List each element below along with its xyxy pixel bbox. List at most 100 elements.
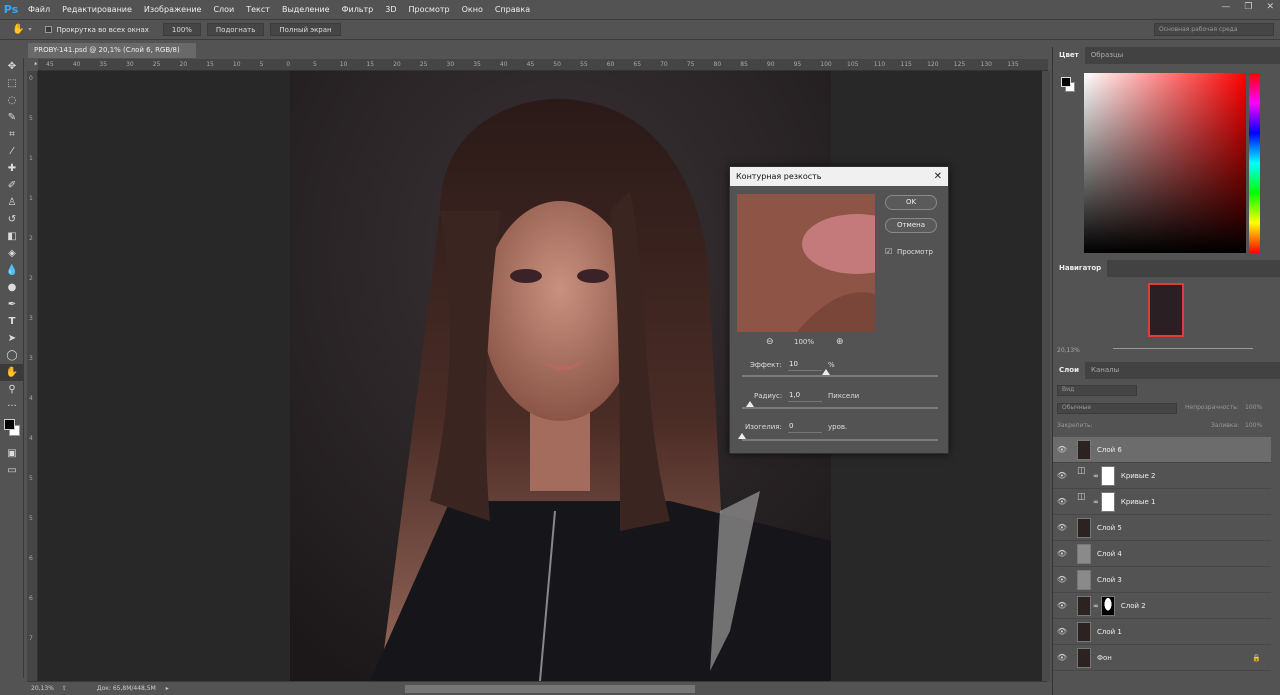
threshold-slider-thumb[interactable] xyxy=(738,433,746,439)
visibility-eye-icon[interactable]: 👁 xyxy=(1053,497,1071,506)
amount-slider-thumb[interactable] xyxy=(822,369,831,375)
path-select-icon[interactable]: ➤ xyxy=(0,330,24,347)
maximize-icon[interactable]: ❐ xyxy=(1244,2,1252,12)
tab-swatches[interactable]: Образцы xyxy=(1085,47,1130,64)
quick-mask-icon[interactable]: ▣ xyxy=(0,445,24,462)
minimize-icon[interactable]: — xyxy=(1221,2,1230,12)
menu-item-2[interactable]: Изображение xyxy=(138,5,208,14)
layer-mask-thumbnail[interactable] xyxy=(1100,595,1115,616)
menu-item-4[interactable]: Текст xyxy=(240,5,276,14)
marquee-tool-icon[interactable]: ⬚ xyxy=(0,75,24,92)
link-icon[interactable]: ∞ xyxy=(1093,602,1099,610)
tool-preset-chevron-icon[interactable]: ▾ xyxy=(28,26,31,33)
stamp-tool-icon[interactable]: ♙ xyxy=(0,194,24,211)
fullscreen-button[interactable]: Полный экран xyxy=(270,23,341,36)
close-icon[interactable]: ✕ xyxy=(1266,2,1274,12)
crop-tool-icon[interactable]: ⌗ xyxy=(0,126,24,143)
type-tool-icon[interactable]: T xyxy=(0,313,24,330)
layer-row[interactable]: 👁 Слой 3 xyxy=(1053,567,1271,593)
fill-value[interactable]: 100% xyxy=(1245,422,1262,429)
visibility-eye-icon[interactable]: 👁 xyxy=(1053,627,1071,636)
eyedropper-tool-icon[interactable]: ⁄ xyxy=(0,143,24,160)
foreground-color[interactable] xyxy=(4,419,15,430)
pen-tool-icon[interactable]: ✒ xyxy=(0,296,24,313)
horizontal-scrollbar[interactable] xyxy=(404,684,695,693)
shape-tool-icon[interactable]: ◯ xyxy=(0,347,24,364)
workspace-select[interactable]: Основная рабочая среда xyxy=(1154,23,1274,36)
amount-slider[interactable] xyxy=(742,369,938,377)
navigator-zoom-slider[interactable] xyxy=(1113,348,1253,349)
menu-item-0[interactable]: Файл xyxy=(22,5,56,14)
status-menu-icon[interactable]: ▸ xyxy=(166,685,169,692)
hand-tool-icon[interactable]: ✋ xyxy=(0,364,24,381)
preview-checkbox[interactable]: ☑ xyxy=(885,247,892,256)
eraser-tool-icon[interactable]: ◧ xyxy=(0,228,24,245)
menu-item-5[interactable]: Выделение xyxy=(276,5,336,14)
visibility-eye-icon[interactable]: 👁 xyxy=(1053,523,1071,532)
layer-row[interactable]: 👁 ∞ Слой 2 xyxy=(1053,593,1271,619)
tab-layers[interactable]: Слои xyxy=(1053,362,1085,379)
visibility-eye-icon[interactable]: 👁 xyxy=(1053,653,1071,662)
hand-tool-icon[interactable]: ✋ xyxy=(12,24,24,35)
visibility-eye-icon[interactable]: 👁 xyxy=(1053,549,1071,558)
radius-input[interactable]: 1,0 xyxy=(788,391,822,402)
lasso-tool-icon[interactable]: ◌ xyxy=(0,92,24,109)
zoom-100-button[interactable]: 100% xyxy=(162,23,201,36)
layer-row[interactable]: 👁 ◫ ∞ Кривые 1 xyxy=(1053,489,1271,515)
blend-mode-select[interactable]: Обычные xyxy=(1057,403,1177,414)
layer-row[interactable]: 👁 Слой 4 xyxy=(1053,541,1271,567)
screen-mode-icon[interactable]: ▭ xyxy=(0,462,24,479)
tab-channels[interactable]: Каналы xyxy=(1085,362,1125,379)
export-icon[interactable]: ⇪ xyxy=(62,685,67,692)
layer-row[interactable]: 👁 Слой 6 xyxy=(1053,437,1271,463)
ok-button[interactable]: OK xyxy=(885,195,937,210)
radius-slider[interactable] xyxy=(742,401,938,409)
threshold-slider[interactable] xyxy=(738,433,938,441)
radius-slider-thumb[interactable] xyxy=(745,401,754,407)
visibility-eye-icon[interactable]: 👁 xyxy=(1053,601,1071,610)
layer-kind-filter[interactable]: Вид xyxy=(1057,385,1137,396)
opacity-value[interactable]: 100% xyxy=(1245,404,1262,411)
blur-tool-icon[interactable]: 💧 xyxy=(0,262,24,279)
zoom-level[interactable]: 20,13% xyxy=(31,685,54,692)
color-picker-field[interactable] xyxy=(1084,73,1246,253)
tab-color[interactable]: Цвет xyxy=(1053,47,1085,64)
menu-item-9[interactable]: Окно xyxy=(456,5,489,14)
zoom-out-icon[interactable]: ⊖ xyxy=(766,337,774,347)
quick-select-tool-icon[interactable]: ✎ xyxy=(0,109,24,126)
link-icon[interactable]: ∞ xyxy=(1093,498,1099,506)
layer-row[interactable]: 👁 Слой 5 xyxy=(1053,515,1271,541)
layer-row[interactable]: 👁 Фон 🔒 xyxy=(1053,645,1271,671)
visibility-eye-icon[interactable]: 👁 xyxy=(1053,575,1071,584)
visibility-eye-icon[interactable]: 👁 xyxy=(1053,445,1071,454)
layer-mask-thumbnail[interactable] xyxy=(1100,465,1115,486)
menu-item-8[interactable]: Просмотр xyxy=(403,5,456,14)
document-tab[interactable]: PROBY-141.psd @ 20,1% (Слой 6, RGB/8) *✕ xyxy=(28,43,196,69)
hue-slider[interactable] xyxy=(1249,73,1260,253)
layer-mask-thumbnail[interactable] xyxy=(1100,491,1115,512)
navigator-thumbnail[interactable] xyxy=(1148,283,1184,337)
fit-screen-button[interactable]: Подогнать xyxy=(206,23,265,36)
menu-item-10[interactable]: Справка xyxy=(489,5,536,14)
paint-bucket-icon[interactable]: ◈ xyxy=(0,245,24,262)
healing-tool-icon[interactable]: ✚ xyxy=(0,160,24,177)
navigator-title[interactable]: Навигатор xyxy=(1053,260,1108,277)
visibility-eye-icon[interactable]: 👁 xyxy=(1053,471,1071,480)
brush-tool-icon[interactable]: ✐ xyxy=(0,177,24,194)
menu-item-1[interactable]: Редактирование xyxy=(56,5,138,14)
preview-window[interactable] xyxy=(737,194,875,332)
amount-input[interactable]: 10 xyxy=(788,360,822,371)
menu-item-6[interactable]: Фильтр xyxy=(336,5,380,14)
layer-row[interactable]: 👁 Слой 1 xyxy=(1053,619,1271,645)
more-tools-icon[interactable]: ··· xyxy=(0,398,24,415)
link-icon[interactable]: ∞ xyxy=(1093,472,1099,480)
dodge-tool-icon[interactable]: ● xyxy=(0,279,24,296)
move-tool-icon[interactable]: ✥ xyxy=(0,58,24,75)
layer-row[interactable]: 👁 ◫ ∞ Кривые 2 xyxy=(1053,463,1271,489)
zoom-tool-icon[interactable]: ⚲ xyxy=(0,381,24,398)
threshold-input[interactable]: 0 xyxy=(788,422,822,433)
vertical-scrollbar[interactable] xyxy=(1042,71,1050,681)
scroll-all-checkbox[interactable] xyxy=(45,26,53,33)
cancel-button[interactable]: Отмена xyxy=(885,218,937,233)
menu-item-3[interactable]: Слои xyxy=(207,5,240,14)
